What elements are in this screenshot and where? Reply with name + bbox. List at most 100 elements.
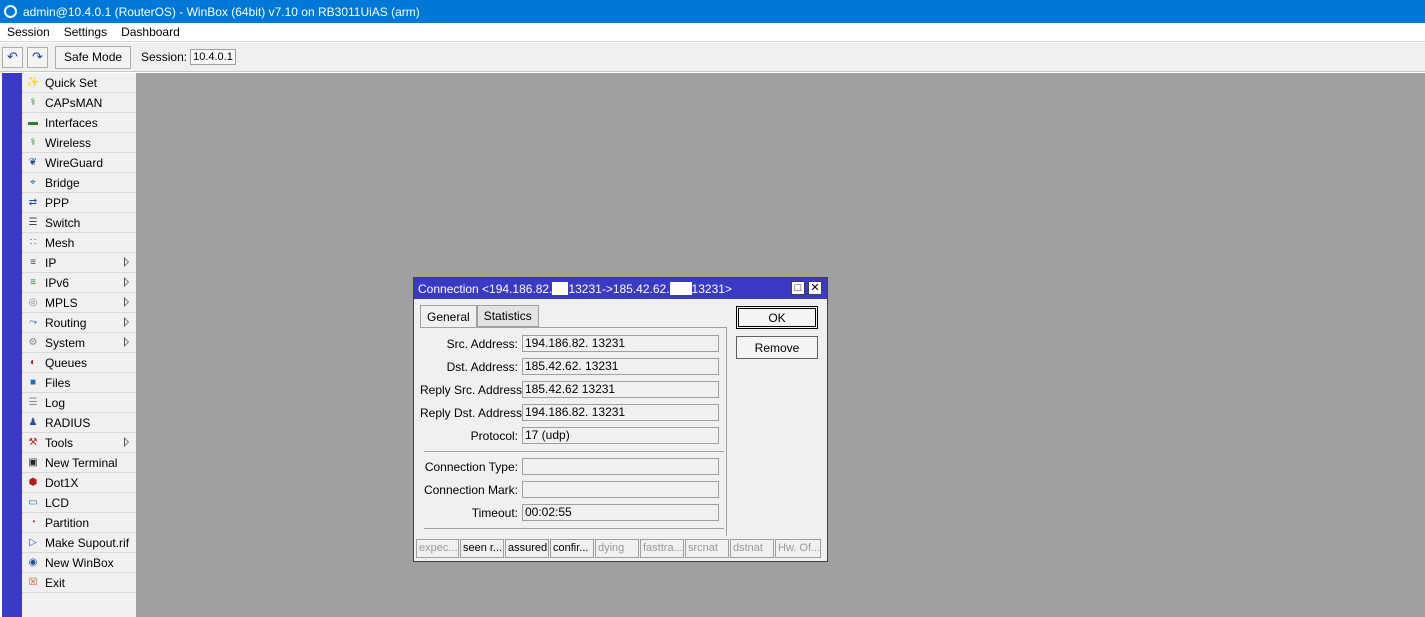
sidebar-item-capsman[interactable]: ⚕ CAPsMAN — [22, 93, 136, 113]
menu-settings[interactable]: Settings — [57, 23, 114, 42]
general-panel: Src. Address: 194.186.82. 13231 Dst. Add… — [420, 327, 727, 536]
sidebar-item-ppp[interactable]: ⇄ PPP — [22, 193, 136, 213]
sidebar-item-label: LCD — [45, 495, 70, 510]
queues-icon: ◐ — [29, 356, 37, 368]
src-address-input[interactable]: 194.186.82. 13231 — [522, 335, 719, 352]
status-dying: dying — [595, 539, 639, 558]
maximize-icon[interactable]: □ — [791, 281, 805, 295]
sidebar-item-label: New WinBox — [45, 555, 114, 570]
sidebar-item-tools[interactable]: ⚒ Tools — [22, 433, 136, 453]
sidebar-item-make-supout-rif[interactable]: ▷ Make Supout.rif — [22, 533, 136, 553]
menu-bar: Session Settings Dashboard — [0, 23, 1425, 42]
dialog-title-mid: 13231->185.42.62. — [568, 281, 670, 296]
sidebar-item-bridge[interactable]: ⌖ Bridge — [22, 173, 136, 193]
sidebar-item-mesh[interactable]: ∷ Mesh — [22, 233, 136, 253]
folder-icon: ■ — [29, 376, 37, 388]
dst-address-input[interactable]: 185.42.62. 13231 — [522, 358, 719, 375]
sidebar-item-lcd[interactable]: ▭ LCD — [22, 493, 136, 513]
redacted-block — [552, 282, 569, 295]
sidebar-item-label: Routing — [45, 315, 87, 330]
field-label: Connection Type: — [424, 459, 518, 474]
field-label: Reply Src. Address: — [420, 382, 526, 397]
timeout-input[interactable]: 00:02:55 — [522, 504, 719, 521]
sidebar-item-log[interactable]: ☰ Log — [22, 393, 136, 413]
safe-mode-button[interactable]: Safe Mode — [55, 45, 132, 69]
sidebar-item-exit[interactable]: ☒ Exit — [22, 573, 136, 593]
reply-src-address-input[interactable]: 185.42.62 13231 — [522, 381, 719, 398]
status-seen-reply: seen r... — [460, 539, 504, 558]
reply-dst-address-input[interactable]: 194.186.82. 13231 — [522, 404, 719, 421]
sidebar-item-interfaces[interactable]: ▬ Interfaces — [22, 113, 136, 133]
submenu-arrow-icon — [124, 277, 129, 287]
sidebar-item-label: IPv6 — [45, 275, 70, 290]
sidebar-item-radius[interactable]: ♟ RADIUS — [22, 413, 136, 433]
field-connection-type: Connection Type: — [420, 458, 719, 475]
sidebar-item-label: Make Supout.rif — [45, 535, 130, 550]
sidebar-item-new-winbox[interactable]: ◉ New WinBox — [22, 553, 136, 573]
window-titlebar: admin@10.4.0.1 (RouterOS) - WinBox (64bi… — [0, 0, 1425, 23]
sidebar-item-label: System — [45, 335, 86, 350]
undo-icon: ↶ — [7, 49, 18, 64]
protocol-input[interactable]: 17 (udp) — [522, 427, 719, 444]
connection-mark-input[interactable] — [522, 481, 719, 498]
sidebar-item-label: CAPsMAN — [45, 95, 103, 110]
sidebar-item-system[interactable]: ⚙ System — [22, 333, 136, 353]
field-label: Protocol: — [470, 428, 518, 443]
submenu-arrow-icon — [124, 257, 129, 267]
radius-icon: ♟ — [28, 416, 38, 428]
connection-type-input[interactable] — [522, 458, 719, 475]
sidebar-item-queues[interactable]: ◐ Queues — [22, 353, 136, 373]
menu-dashboard[interactable]: Dashboard — [114, 23, 187, 42]
connection-dialog: Connection <194.186.82. 13231->185.42.62.… — [413, 277, 828, 562]
field-timeout: Timeout: 00:02:55 — [420, 504, 719, 521]
sidebar-item-label: Mesh — [45, 235, 75, 250]
sidebar-item-label: IP — [45, 255, 57, 270]
tab-statistics[interactable]: Statistics — [476, 305, 539, 327]
routing-icon: ⤳ — [29, 316, 37, 328]
tools-icon: ⚒ — [28, 436, 38, 448]
field-label: Timeout: — [471, 505, 518, 520]
antenna-icon: ⚕ — [30, 96, 36, 108]
submenu-arrow-icon — [124, 437, 129, 447]
tab-general[interactable]: General — [420, 305, 477, 328]
sidebar-item-new-terminal[interactable]: ▣ New Terminal — [22, 453, 136, 473]
sidebar-item-ip[interactable]: ≡ IP — [22, 253, 136, 273]
sidebar-item-wireguard[interactable]: ❦ WireGuard — [22, 153, 136, 173]
undo-button[interactable]: ↶ — [2, 46, 23, 68]
dialog-titlebar[interactable]: Connection <194.186.82. 13231->185.42.62.… — [414, 278, 827, 299]
sidebar-item-label: Partition — [45, 515, 90, 530]
bridge-icon: ⌖ — [30, 176, 36, 188]
exit-icon: ☒ — [28, 576, 38, 588]
sidebar-item-routing[interactable]: ⤳ Routing — [22, 313, 136, 333]
field-reply-dst-address: Reply Dst. Address: 194.186.82. 13231 — [420, 404, 719, 421]
sidebar-item-switch[interactable]: ☰ Switch — [22, 213, 136, 233]
redacted-block — [669, 282, 692, 295]
sidebar-item-wireless[interactable]: ⚕ Wireless — [22, 133, 136, 153]
submenu-arrow-icon — [124, 317, 129, 327]
sidebar-item-label: RADIUS — [45, 415, 91, 430]
sidebar-item-dot1x[interactable]: ⬢ Dot1X — [22, 473, 136, 493]
session-label: Session: — [141, 50, 188, 64]
sidebar-item-quick-set[interactable]: ✨ Quick Set — [22, 73, 136, 93]
sidebar-item-label: Exit — [45, 575, 66, 590]
field-label: Reply Dst. Address: — [420, 405, 526, 420]
remove-button[interactable]: Remove — [736, 336, 818, 359]
sidebar-item-label: Interfaces — [45, 115, 98, 130]
separator — [424, 528, 724, 529]
sidebar-item-mpls[interactable]: ◎ MPLS — [22, 293, 136, 313]
ip-icon: ≡ — [30, 256, 36, 268]
separator — [424, 451, 724, 452]
sidebar-item-ipv6[interactable]: ≡ IPv6 — [22, 273, 136, 293]
redo-button[interactable]: ↷ — [27, 46, 48, 68]
sidebar-item-label: Log — [45, 395, 66, 410]
ipv6-icon: ≡ — [30, 276, 36, 288]
menu-session[interactable]: Session — [0, 23, 57, 42]
close-icon[interactable]: ✕ — [808, 281, 822, 295]
sidebar-item-files[interactable]: ■ Files — [22, 373, 136, 393]
dialog-title-suffix: 13231> — [691, 281, 732, 296]
sidebar-item-label: Wireless — [45, 135, 92, 150]
sidebar-item-partition[interactable]: ◔ Partition — [22, 513, 136, 533]
antenna-icon: ⚕ — [30, 136, 36, 148]
winbox-icon: ◉ — [28, 556, 38, 568]
ok-button[interactable]: OK — [736, 306, 818, 329]
